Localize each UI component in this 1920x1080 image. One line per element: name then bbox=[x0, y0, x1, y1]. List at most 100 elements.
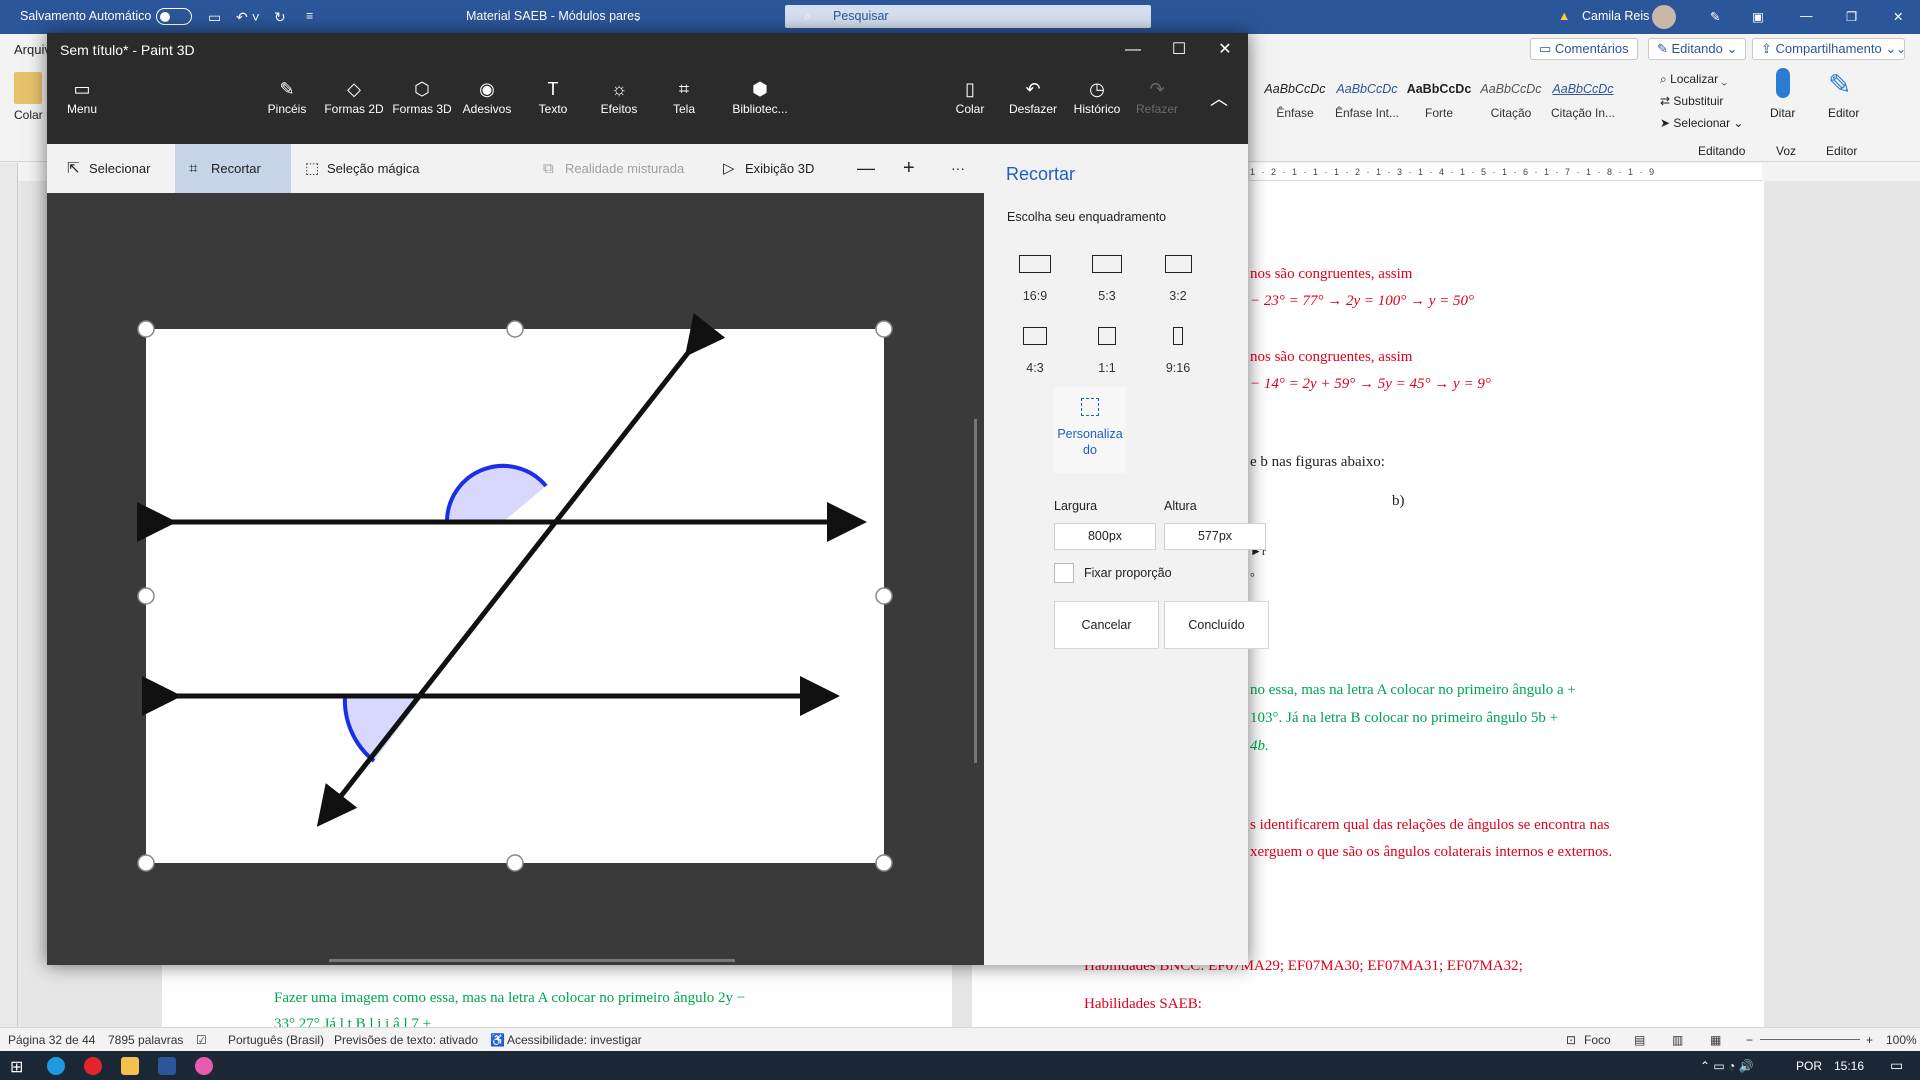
undo-button[interactable]: ↶ Desfazer bbox=[1003, 70, 1063, 140]
paste-button[interactable]: ▯ Colar bbox=[945, 70, 995, 140]
lock-ratio-checkbox[interactable] bbox=[1054, 563, 1074, 583]
select-tool[interactable]: ⇱ Selecionar bbox=[61, 144, 156, 193]
height-field[interactable]: 577px bbox=[1164, 523, 1266, 550]
dictate-label[interactable]: Ditar bbox=[1770, 106, 1795, 120]
zoom-in-icon[interactable]: + bbox=[903, 144, 915, 193]
crop-handle[interactable] bbox=[875, 587, 893, 605]
collapse-toolbar-button[interactable]: ︿ bbox=[1199, 80, 1239, 150]
windows-start-icon[interactable]: ⊞ bbox=[10, 1057, 28, 1076]
ratio-9-16-button[interactable]: 9:16 bbox=[1146, 327, 1210, 375]
maximize-icon[interactable]: ☐ bbox=[1156, 33, 1202, 66]
zoom-out-icon[interactable]: − bbox=[1746, 1033, 1753, 1047]
user-name[interactable]: Camila Reis bbox=[1582, 9, 1649, 23]
crop-handle[interactable] bbox=[506, 320, 524, 338]
file-explorer-icon[interactable] bbox=[121, 1057, 139, 1075]
editing-mode-button[interactable]: ✎ Editando ⌄ bbox=[1648, 38, 1747, 60]
minimize-icon[interactable]: — bbox=[1110, 33, 1156, 66]
text-button[interactable]: T Texto bbox=[525, 70, 581, 140]
proofing-icon[interactable]: ☑ bbox=[196, 1033, 207, 1047]
comments-button[interactable]: ▭ Comentários bbox=[1530, 38, 1638, 60]
shapes2d-button[interactable]: ◇ Formas 2D bbox=[321, 70, 387, 140]
language[interactable]: Português (Brasil) bbox=[228, 1033, 324, 1047]
crop-handle[interactable] bbox=[137, 587, 155, 605]
tray-icons[interactable]: ⌃ ▭ ◔ 🔊 bbox=[1700, 1059, 1754, 1073]
crop-handle[interactable] bbox=[875, 320, 893, 338]
zoom-out-icon[interactable]: — bbox=[857, 144, 875, 193]
select-button[interactable]: ➤ Selecionar ⌄ bbox=[1660, 116, 1743, 130]
chevron-down-icon[interactable]: ⌄ bbox=[1896, 42, 1906, 56]
crop-handle[interactable] bbox=[875, 854, 893, 872]
crop-tool[interactable]: ⌗ Recortar bbox=[175, 144, 291, 193]
input-language[interactable]: POR bbox=[1796, 1059, 1822, 1073]
close-icon[interactable]: ✕ bbox=[1893, 9, 1903, 24]
view3d-tool[interactable]: ▷ Exibição 3D bbox=[723, 144, 814, 193]
done-button[interactable]: Concluído bbox=[1164, 601, 1269, 649]
library-button[interactable]: ⬢ Bibliotec... bbox=[729, 70, 791, 140]
warning-icon[interactable]: ▲ bbox=[1558, 9, 1570, 23]
web-layout-icon[interactable]: ▦ bbox=[1710, 1033, 1721, 1047]
edge-icon[interactable] bbox=[47, 1057, 65, 1075]
microphone-icon[interactable] bbox=[1776, 68, 1790, 98]
undo-icon[interactable]: ↶ ˅ bbox=[236, 9, 260, 26]
restore-icon[interactable]: ❐ bbox=[1846, 9, 1857, 24]
ratio-3-2-button[interactable]: 3:2 bbox=[1146, 255, 1210, 303]
menu-button[interactable]: ▭ Menu bbox=[57, 70, 107, 140]
notifications-icon[interactable]: ▭ bbox=[1890, 1057, 1903, 1074]
lock-ratio-label[interactable]: Fixar proporção bbox=[1084, 566, 1172, 580]
ratio-4-3-button[interactable]: 4:3 bbox=[1003, 327, 1067, 375]
ratio-custom-button[interactable]: Personalizado bbox=[1054, 387, 1126, 473]
ratio-1-1-button[interactable]: 1:1 bbox=[1075, 327, 1139, 375]
style-sample[interactable]: AaBbCcDc bbox=[1404, 78, 1474, 100]
save-icon[interactable]: ▭ bbox=[208, 9, 221, 26]
stickers-button[interactable]: ◉ Adesivos bbox=[457, 70, 517, 140]
customize-qat-icon[interactable]: ≡ bbox=[306, 9, 313, 23]
image-canvas[interactable] bbox=[146, 329, 884, 863]
effects-button[interactable]: ☼ Efeitos bbox=[591, 70, 647, 140]
magic-select-tool[interactable]: ⬚ Seleção mágica bbox=[305, 144, 420, 193]
read-mode-icon[interactable]: ▤ bbox=[1634, 1033, 1645, 1047]
clock[interactable]: 15:16 bbox=[1834, 1059, 1864, 1073]
close-icon[interactable]: ✕ bbox=[1202, 33, 1248, 66]
page-count[interactable]: Página 32 de 44 bbox=[8, 1033, 95, 1047]
opera-icon[interactable] bbox=[84, 1057, 102, 1075]
document-page[interactable]: Fazer uma imagem como essa, mas na letra… bbox=[162, 960, 952, 1032]
paint3d-icon[interactable] bbox=[195, 1057, 213, 1075]
ratio-5-3-button[interactable]: 5:3 bbox=[1075, 255, 1139, 303]
more-options-icon[interactable]: ··· bbox=[951, 144, 965, 193]
paste-icon[interactable] bbox=[14, 72, 42, 104]
replace-button[interactable]: ⇄ Substituir bbox=[1660, 94, 1723, 108]
brushes-button[interactable]: ✎ Pincéis bbox=[257, 70, 317, 140]
ratio-16-9-button[interactable]: 16:9 bbox=[1003, 255, 1067, 303]
style-sample[interactable]: AaBbCcDc bbox=[1332, 78, 1402, 100]
document-title[interactable]: Material SAEB - Módulos pares bbox=[466, 9, 640, 23]
word-icon[interactable] bbox=[158, 1057, 176, 1075]
search-input[interactable]: Pesquisar bbox=[785, 5, 1151, 28]
redo-icon[interactable]: ↻ bbox=[274, 9, 286, 26]
history-button[interactable]: ◷ Histórico bbox=[1069, 70, 1125, 140]
horizontal-scrollbar[interactable] bbox=[329, 959, 735, 962]
minimize-icon[interactable]: — bbox=[1800, 9, 1813, 23]
zoom-slider[interactable] bbox=[1760, 1039, 1860, 1040]
crop-handle[interactable] bbox=[506, 854, 524, 872]
editor-label[interactable]: Editor bbox=[1828, 106, 1859, 120]
style-sample[interactable]: AaBbCcDc bbox=[1476, 78, 1546, 100]
accessibility-status[interactable]: Acessibilidade: investigar bbox=[507, 1033, 642, 1047]
canvas-workspace[interactable] bbox=[47, 193, 984, 965]
mixed-reality-tool[interactable]: ⧉ Realidade misturada bbox=[543, 144, 684, 193]
share-button[interactable]: ⇪ Compartilhamento ⌄ bbox=[1752, 38, 1906, 60]
word-count[interactable]: 7895 palavras bbox=[108, 1033, 183, 1047]
vertical-scrollbar[interactable] bbox=[974, 419, 977, 763]
find-button[interactable]: ⌕ Localizar ⌄ bbox=[1660, 72, 1727, 87]
cancel-button[interactable]: Cancelar bbox=[1054, 601, 1159, 649]
canvas-button[interactable]: ⌗ Tela bbox=[659, 70, 709, 140]
print-layout-icon[interactable]: ▥ bbox=[1672, 1033, 1683, 1047]
style-sample[interactable]: AaBbCcDc bbox=[1548, 78, 1618, 100]
crop-handle[interactable] bbox=[137, 854, 155, 872]
crop-handle[interactable] bbox=[137, 320, 155, 338]
width-field[interactable]: 800px bbox=[1054, 523, 1156, 550]
text-predictions[interactable]: Previsões de texto: ativado bbox=[334, 1033, 478, 1047]
zoom-in-icon[interactable]: + bbox=[1866, 1033, 1873, 1047]
pen-icon[interactable]: ✎ bbox=[1710, 9, 1720, 24]
autosave-toggle[interactable] bbox=[156, 8, 192, 25]
style-sample[interactable]: AaBbCcDc bbox=[1260, 78, 1330, 100]
